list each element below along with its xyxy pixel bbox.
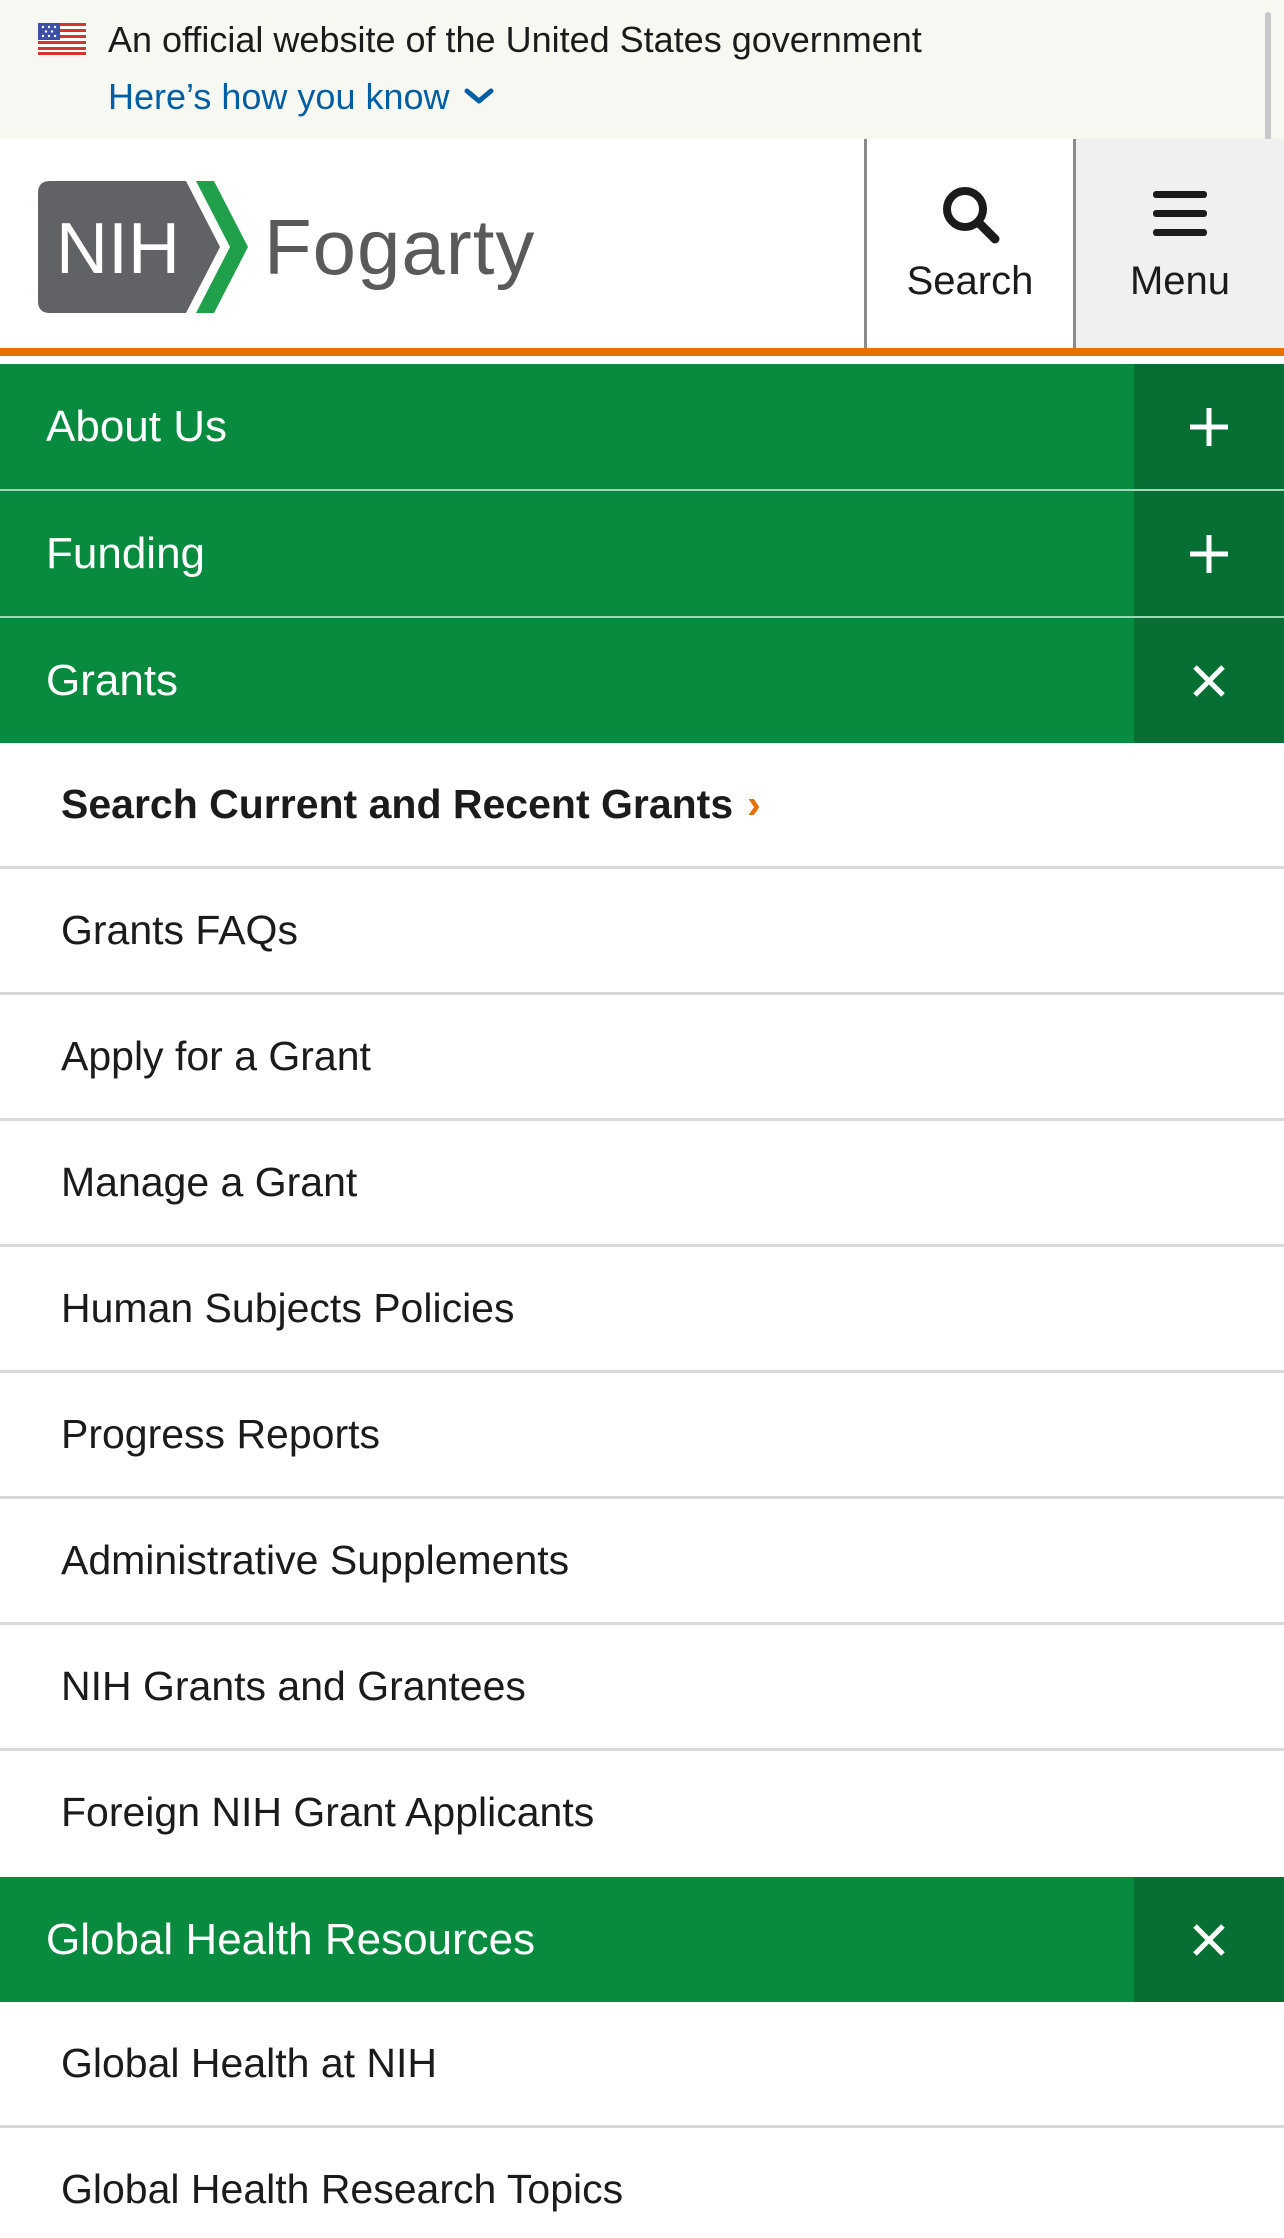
subnav-link-grants-faqs[interactable]: Grants FAQs <box>0 869 1284 995</box>
gov-banner-text: An official website of the United States… <box>108 19 922 60</box>
nav-item-grants[interactable]: Grants <box>0 618 1284 743</box>
subnav-link-manage-grant[interactable]: Manage a Grant <box>0 1121 1284 1247</box>
subnav-link-foreign-applicants[interactable]: Foreign NIH Grant Applicants <box>0 1751 1284 1877</box>
subnav-link-admin-supplements[interactable]: Administrative Supplements <box>0 1499 1284 1625</box>
nih-logo-text: NIH <box>56 209 180 289</box>
hamburger-menu-icon <box>1153 191 1207 236</box>
us-flag-icon <box>38 23 86 55</box>
subnav-link-global-health-at-nih[interactable]: Global Health at NIH <box>0 2002 1284 2128</box>
subnav-link-apply-for-grant[interactable]: Apply for a Grant <box>0 995 1284 1121</box>
nav-item-global-health-resources[interactable]: Global Health Resources <box>0 1877 1284 2002</box>
nav-item-about-us[interactable]: About Us <box>0 364 1284 491</box>
nav-item-label: About Us <box>46 402 227 451</box>
subnav-link-label: Progress Reports <box>61 1411 381 1457</box>
logo-wordmark: Fogarty <box>264 202 536 291</box>
subnav-link-human-subjects[interactable]: Human Subjects Policies <box>0 1247 1284 1373</box>
close-icon <box>1193 1923 1225 1956</box>
subnav-link-label: Global Health at NIH <box>61 2040 438 2086</box>
main-nav: About Us Funding Grants Search Current a… <box>0 364 1284 2238</box>
heres-how-you-know-label: Here’s how you know <box>108 76 450 117</box>
subnav-link-global-health-research-topics[interactable]: Global Health Research Topics <box>0 2128 1284 2238</box>
plus-icon <box>1190 534 1228 573</box>
subnav-link-nih-grants-grantees[interactable]: NIH Grants and Grantees <box>0 1625 1284 1751</box>
site-header: NIH Fogarty Search Menu <box>0 139 1284 356</box>
collapse-toggle[interactable] <box>1134 618 1284 743</box>
subnav-link-label: Manage a Grant <box>61 1159 358 1205</box>
chevron-right-icon: › <box>747 781 761 827</box>
nav-item-funding[interactable]: Funding <box>0 491 1284 618</box>
expand-toggle[interactable] <box>1134 364 1284 489</box>
search-icon <box>943 187 1000 244</box>
menu-button-label: Menu <box>1129 259 1231 303</box>
subnav-link-label: Grants FAQs <box>61 907 298 953</box>
subnav-link-label: NIH Grants and Grantees <box>61 1663 526 1709</box>
subnav-link-label: Administrative Supplements <box>61 1537 570 1583</box>
menu-button[interactable]: Menu <box>1076 139 1284 348</box>
subnav-link-label: Human Subjects Policies <box>61 1285 515 1331</box>
subnav-link-label: Foreign NIH Grant Applicants <box>61 1789 595 1835</box>
close-icon <box>1193 664 1225 697</box>
subnav-link-label: Global Health Research Topics <box>61 2166 624 2212</box>
chevron-down-icon <box>464 88 494 104</box>
search-button[interactable]: Search <box>864 139 1076 348</box>
gov-banner: An official website of the United States… <box>0 0 1284 139</box>
plus-icon <box>1190 407 1228 446</box>
heres-how-you-know-link[interactable]: Here’s how you know <box>108 76 494 118</box>
subnav-link-search-grants[interactable]: Search Current and Recent Grants › <box>0 743 1284 869</box>
subnav-link-label: Apply for a Grant <box>61 1033 371 1079</box>
nih-fogarty-logo[interactable]: NIH Fogarty <box>38 181 535 313</box>
nav-item-label: Funding <box>46 529 206 578</box>
nih-logo-mark: NIH <box>38 181 248 313</box>
subnav-link-progress-reports[interactable]: Progress Reports <box>0 1373 1284 1499</box>
collapse-toggle[interactable] <box>1134 1877 1284 2002</box>
search-button-label: Search <box>906 259 1034 303</box>
nav-item-label: Grants <box>46 656 179 705</box>
expand-toggle[interactable] <box>1134 491 1284 616</box>
nav-item-label: Global Health Resources <box>46 1915 536 1964</box>
subnav-link-label: Search Current and Recent Grants <box>61 781 734 827</box>
